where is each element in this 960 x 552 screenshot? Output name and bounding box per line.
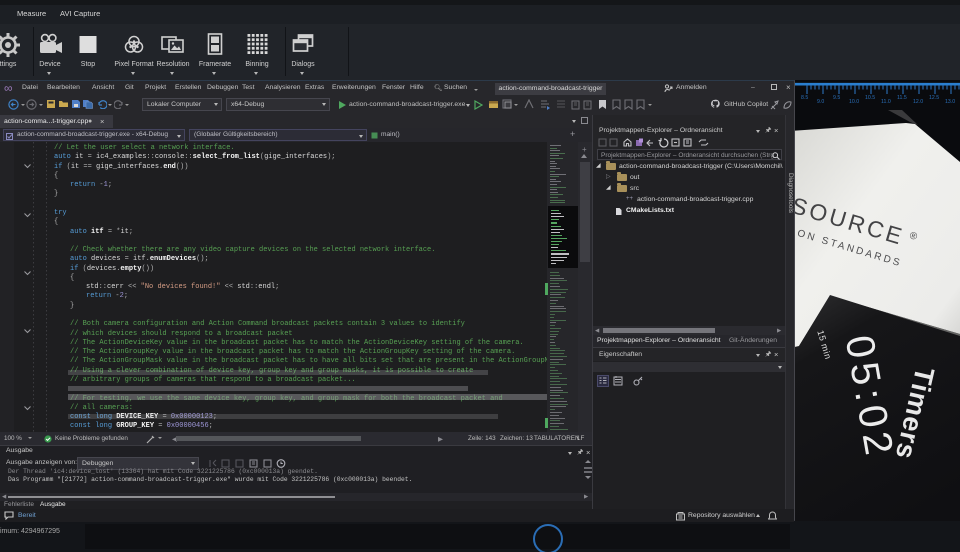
svg-text:10.5: 10.5 — [865, 95, 875, 101]
svg-text:10.0: 10.0 — [849, 99, 859, 105]
svg-text:11.0: 11.0 — [881, 99, 891, 105]
svg-text:12.0: 12.0 — [913, 99, 923, 105]
svg-text:9.5: 9.5 — [833, 95, 840, 101]
svg-text:11.5: 11.5 — [897, 95, 907, 101]
svg-text:13.0: 13.0 — [945, 99, 955, 105]
svg-text:8.5: 8.5 — [801, 95, 808, 101]
svg-text:12.5: 12.5 — [929, 95, 939, 101]
svg-text:9.0: 9.0 — [817, 99, 824, 105]
